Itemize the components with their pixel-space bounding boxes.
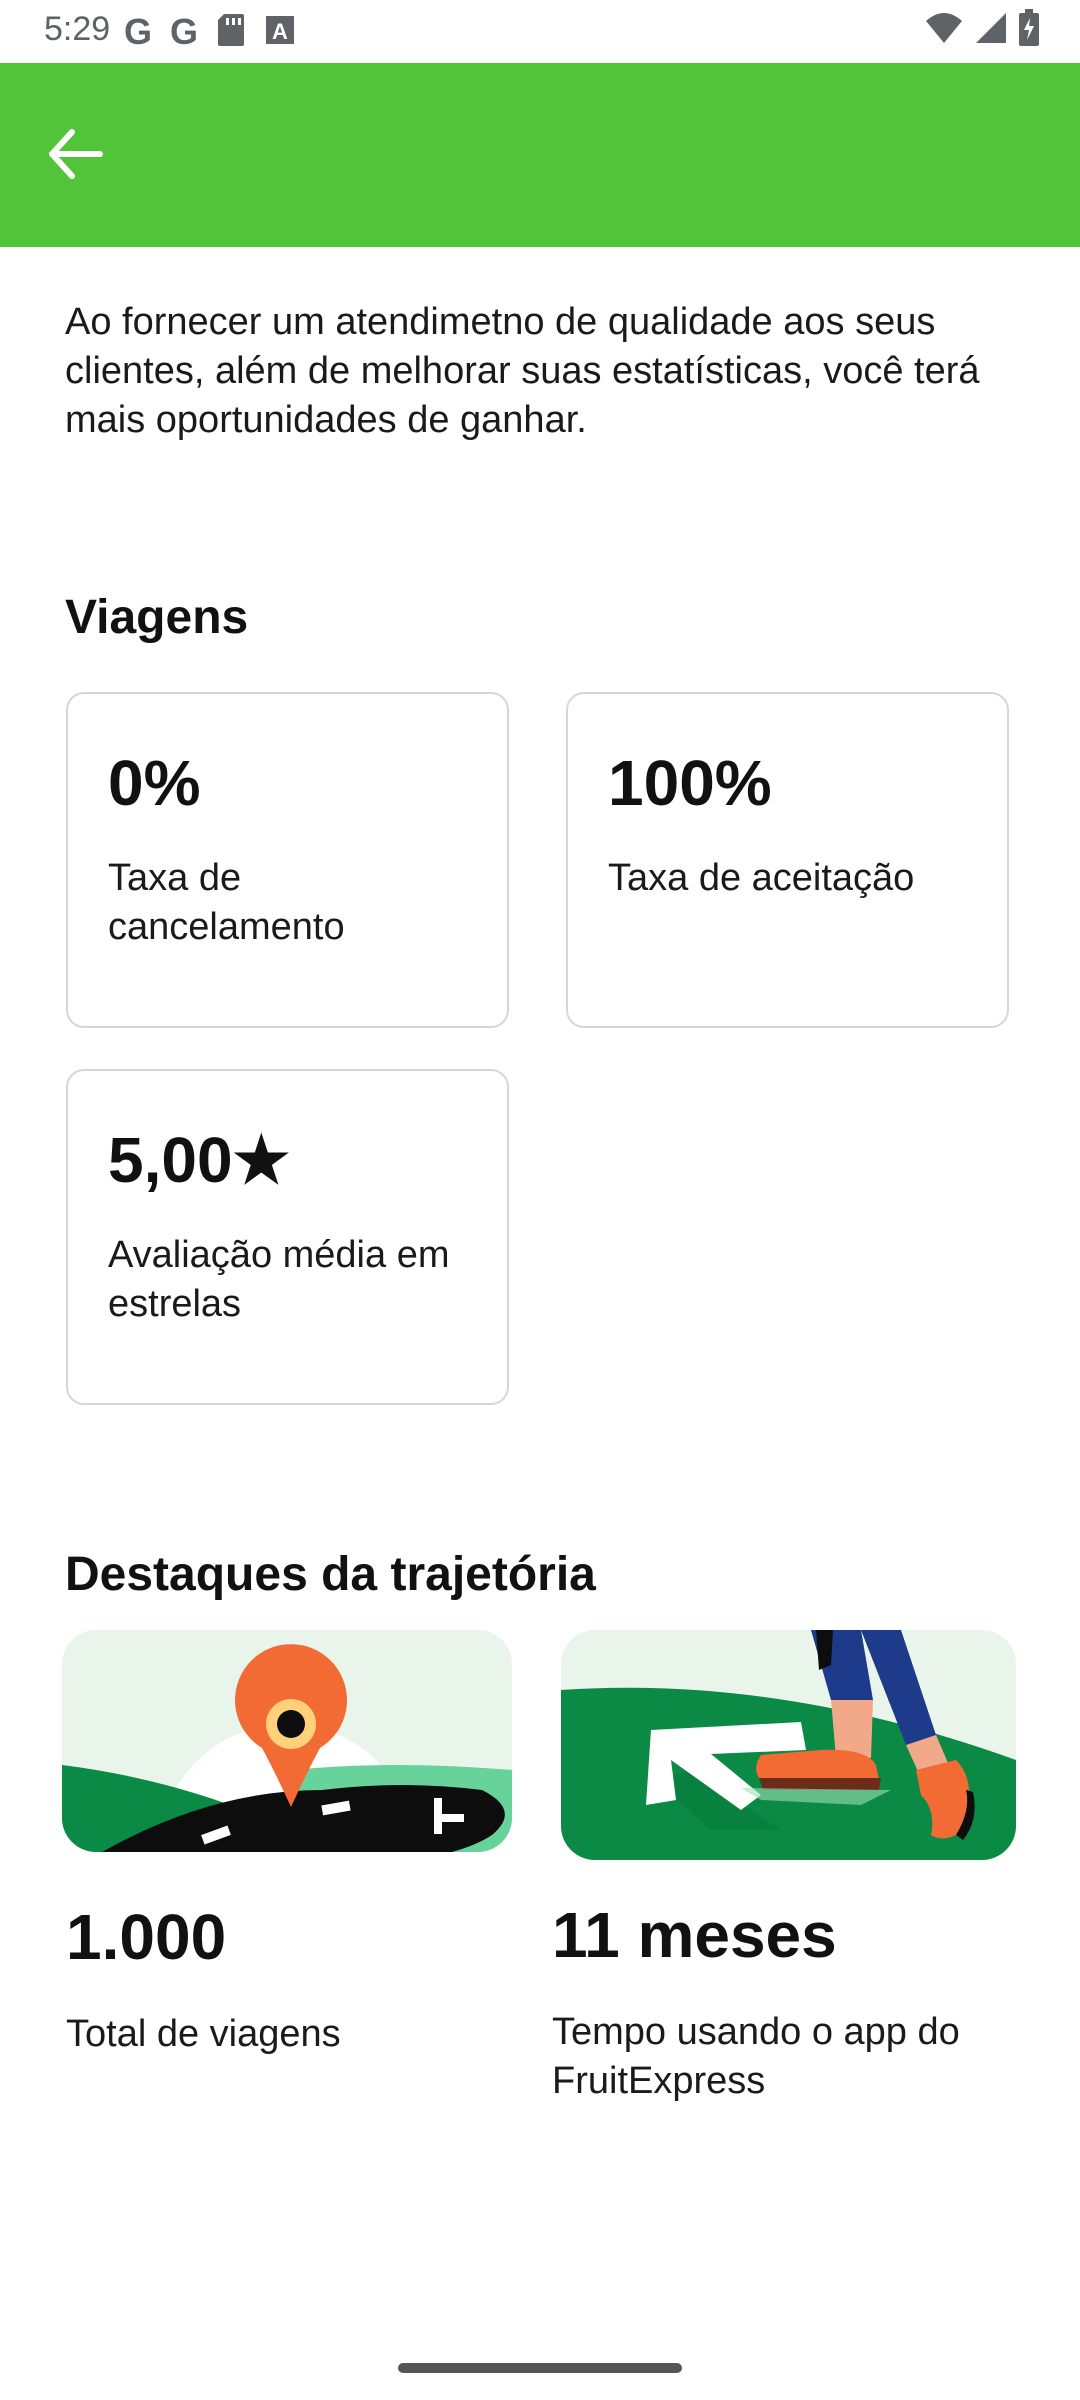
- total-trips-value: 1.000: [66, 1901, 227, 1973]
- status-icons-right: [924, 8, 1040, 52]
- google-icon: G: [170, 11, 199, 52]
- status-icons-left: G G A: [124, 12, 296, 52]
- average-rating-label: Avaliação média em estrelas: [108, 1234, 450, 1325]
- highlights-section-title: Destaques da trajetória: [65, 1548, 596, 1601]
- acceptance-rate-value: 100%: [608, 747, 772, 819]
- trips-section-title: Viagens: [65, 591, 249, 644]
- font-a-icon: A: [264, 14, 296, 51]
- average-rating-card: 5,00★ Avaliação média em estrelas: [66, 1069, 509, 1405]
- time-using-app-label: Tempo usando o app do FruitExpress: [552, 2011, 960, 2102]
- back-button[interactable]: [44, 121, 134, 191]
- wifi-icon: [924, 11, 964, 50]
- arrow-back-icon: [44, 126, 104, 187]
- total-trips-label: Total de viagens: [66, 2013, 341, 2055]
- acceptance-rate-card: 100% Taxa de aceitação: [566, 692, 1009, 1028]
- app-bar: [0, 63, 1080, 247]
- status-time: 5:29: [44, 10, 111, 48]
- acceptance-rate-label: Taxa de aceitação: [608, 857, 915, 899]
- google-icon: G: [124, 11, 153, 52]
- home-indicator[interactable]: [398, 2363, 682, 2373]
- cancellation-rate-value: 0%: [108, 747, 201, 819]
- svg-text:A: A: [272, 19, 288, 44]
- intro-text: Ao fornecer um atendimetno de qualidade …: [65, 301, 980, 441]
- average-rating-value: 5,00★: [108, 1124, 290, 1196]
- status-bar: 5:29 G G A: [0, 0, 1080, 63]
- signal-icon: [974, 11, 1008, 50]
- cancellation-rate-card: 0% Taxa de cancelamento: [66, 692, 509, 1028]
- battery-charging-icon: [1018, 8, 1040, 52]
- time-using-app-value: 11 meses: [552, 1899, 837, 1971]
- cancellation-rate-label: Taxa de cancelamento: [108, 857, 345, 948]
- sd-card-icon: [216, 12, 246, 53]
- walking-arrow-illustration: [561, 1630, 1016, 1860]
- map-pin-road-illustration: [62, 1630, 512, 1852]
